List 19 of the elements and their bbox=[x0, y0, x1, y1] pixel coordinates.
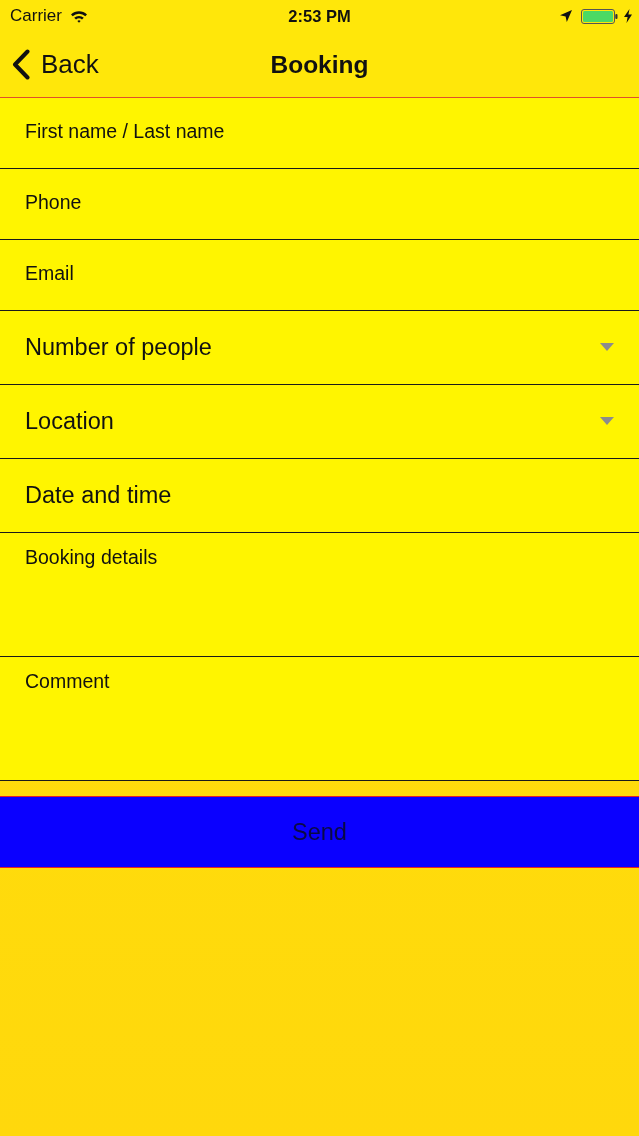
input-field[interactable]: Phone bbox=[0, 169, 639, 240]
charging-bolt-icon bbox=[624, 9, 632, 23]
dropdown-field[interactable]: Number of people bbox=[0, 311, 639, 385]
location-arrow-icon bbox=[560, 10, 572, 22]
screen-title: Booking bbox=[270, 50, 369, 79]
status-time: 2:53 PM bbox=[288, 7, 351, 26]
date-time-field[interactable]: Date and time bbox=[0, 459, 639, 533]
caret-down-icon bbox=[600, 417, 614, 425]
wifi-icon bbox=[69, 9, 88, 23]
chevron-left-icon bbox=[12, 49, 30, 80]
text-area-field[interactable]: Comment bbox=[0, 657, 639, 781]
battery-icon bbox=[581, 8, 618, 24]
carrier-name: Carrier bbox=[10, 6, 62, 26]
caret-down-icon bbox=[600, 343, 614, 351]
back-button[interactable]: Back bbox=[0, 42, 103, 87]
text-area-field[interactable]: Booking details bbox=[0, 533, 639, 657]
input-field[interactable]: First name / Last name bbox=[0, 98, 639, 169]
input-field[interactable]: Email bbox=[0, 240, 639, 311]
dropdown-field[interactable]: Location bbox=[0, 385, 639, 459]
